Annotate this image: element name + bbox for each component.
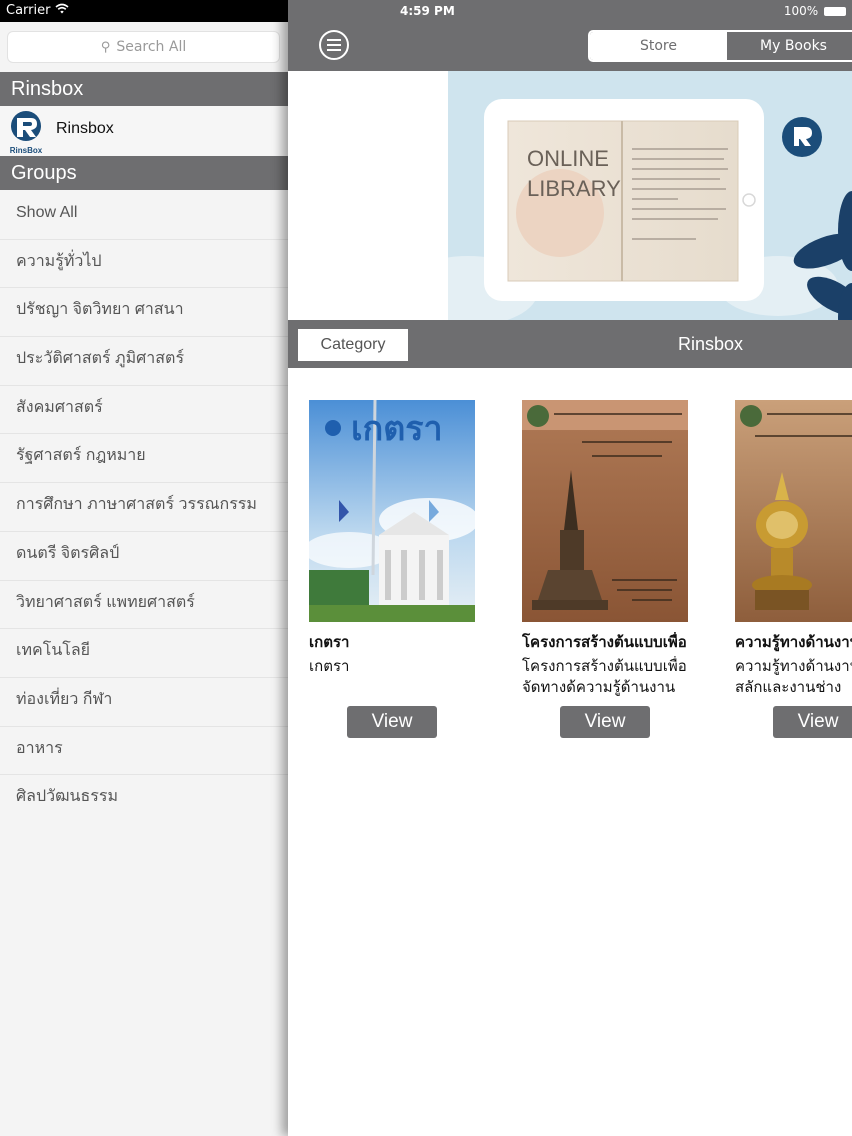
book-title: โครงการสร้างต้นแบบเพื่อ [522,634,687,651]
search-placeholder: Search All [116,39,187,55]
rinsbox-logo-icon: RinsBox [5,109,47,155]
tab-store[interactable]: Store [590,32,727,60]
banner-title-line2: LIBRARY [527,176,621,201]
book-description: เกตรา [309,658,350,675]
top-nav-bar: Store My Books [288,22,852,71]
book-cover[interactable]: เกตรา [309,400,475,622]
banner-artwork: ONLINE LIBRARY [448,71,852,320]
brand-name: Rinsbox [56,120,114,137]
section-header-rinsbox: Rinsbox [0,72,288,106]
view-button[interactable]: View [560,706,650,738]
section-header-groups: Groups [0,156,288,190]
menu-icon-line [327,44,341,46]
group-item[interactable]: สังคมศาสตร์ [0,386,288,435]
status-bar-left: Carrier [0,0,288,22]
search-input[interactable]: ⚲ Search All [8,32,279,62]
book-cover[interactable] [735,400,852,622]
book-card[interactable]: ความรู้ทางด้านงาน ความรู้ทางด้านงาน แกะส… [735,400,852,738]
sidebar-search-bar: ⚲ Search All [0,22,288,72]
tab-my-books[interactable]: My Books [727,32,852,60]
category-button[interactable]: Category [298,329,408,361]
group-item[interactable]: ประวัติศาสตร์ ภูมิศาสตร์ [0,337,288,386]
group-item[interactable]: เทคโนโลยี [0,629,288,678]
wifi-icon [55,0,69,22]
main-panel: 4:59 PM 100% Store My Books ONLINE LIBRA… [288,0,852,1136]
menu-icon-line [327,39,341,41]
book-description: ความรู้ทางด้านงาน แกะสลักและงานช่าง [735,658,852,696]
clock: 4:59 PM [400,4,455,18]
group-item[interactable]: ศิลปวัฒนธรรม [0,775,288,824]
group-item[interactable]: รัฐศาสตร์ กฎหมาย [0,434,288,484]
banner-title-line1: ONLINE [527,146,609,171]
view-button[interactable]: View [773,706,852,738]
logo-text: RinsBox [10,146,43,155]
group-item-show-all[interactable]: Show All [0,191,288,240]
book-card[interactable]: เกตรา เกตรา เกตรา View [309,400,477,738]
battery-indicator: 100% [784,0,846,22]
book-cover[interactable] [522,400,688,622]
group-item[interactable]: ปรัชญา จิตวิทยา ศาสนา [0,288,288,338]
search-icon: ⚲ [100,40,111,55]
group-item[interactable]: ดนตรี จิตรศิลป์ [0,532,288,581]
book-description: โครงการสร้างต้นแบบเพื่อ จัดทางด้ความรู้ด… [522,658,687,696]
group-item[interactable]: ท่องเที่ยว กีฬา [0,678,288,727]
book-title: เกตรา [309,634,350,651]
book-card[interactable]: โครงการสร้างต้นแบบเพื่อ โครงการสร้างต้นแ… [522,400,690,738]
battery-icon [824,7,846,16]
status-bar-right: 4:59 PM 100% [288,0,852,22]
book-title: ความรู้ทางด้านงาน [735,634,852,651]
sidebar-item-rinsbox[interactable]: RinsBox Rinsbox [0,106,288,156]
battery-percent: 100% [783,4,819,18]
category-title: Rinsbox [678,334,744,354]
group-item[interactable]: อาหาร [0,727,288,776]
carrier-label: Carrier [6,3,51,18]
book-cover-title: เกตรา [351,410,443,448]
menu-icon-line [327,49,341,51]
group-item[interactable]: การศึกษา ภาษาศาสตร์ วรรณกรรม [0,483,288,532]
menu-button[interactable] [319,30,349,60]
category-bar: Category Rinsbox [288,320,852,368]
group-item[interactable]: วิทยาศาสตร์ แพทยศาสตร์ [0,581,288,630]
sidebar: Carrier ⚲ Search All Rinsbox RinsBox Rins… [0,0,288,1136]
store-segmented-control: Store My Books [588,30,852,62]
view-button[interactable]: View [347,706,437,738]
group-item[interactable]: ความรู้ทั่วไป [0,240,288,289]
group-list: Show All ความรู้ทั่วไป ปรัชญา จิตวิทยา ศ… [0,191,288,824]
promo-banner[interactable]: ONLINE LIBRARY [288,71,852,320]
